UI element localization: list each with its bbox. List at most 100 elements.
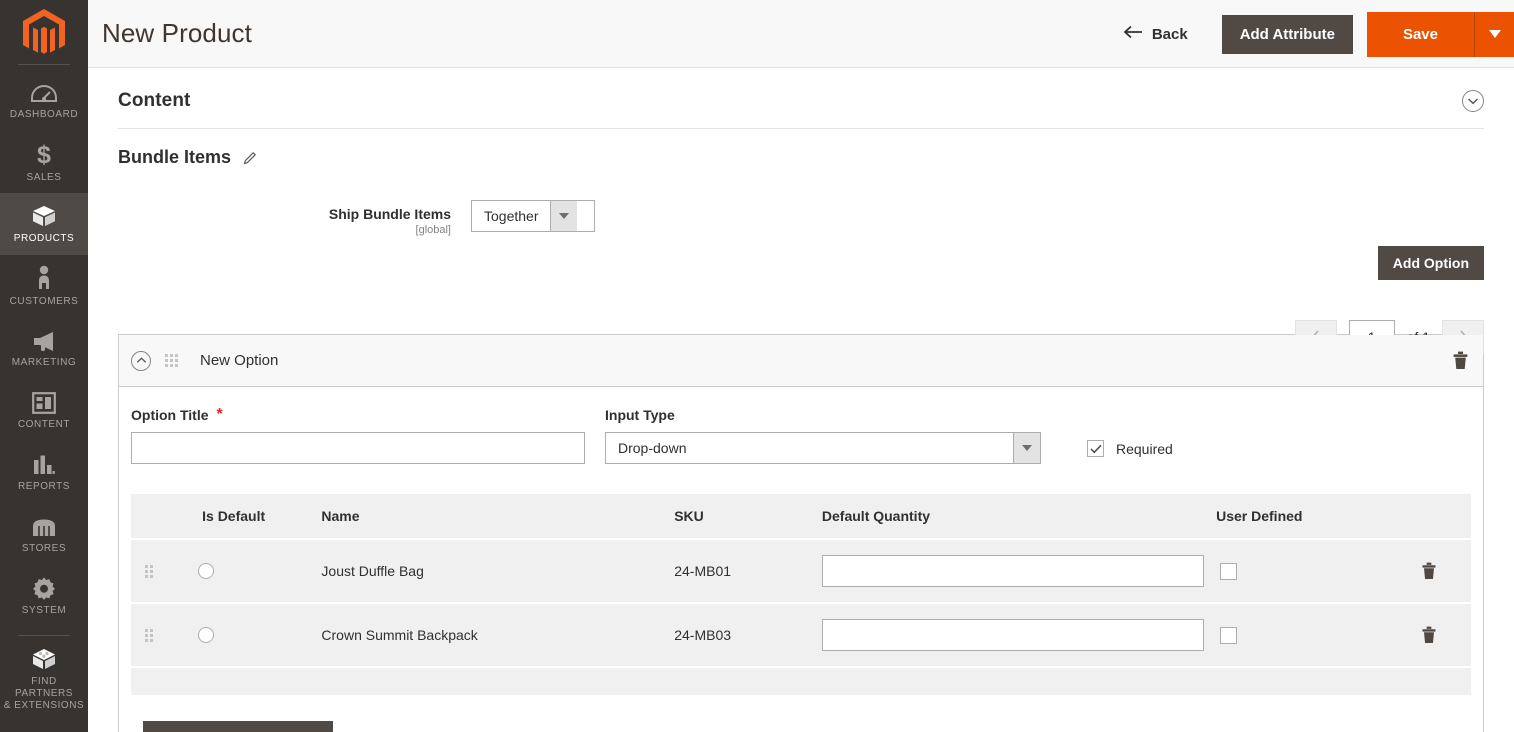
row-is-default-cell bbox=[166, 538, 322, 603]
column-name: Name bbox=[321, 494, 675, 539]
ship-bundle-items-field: Ship Bundle Items [global] Together bbox=[118, 200, 1484, 250]
person-icon bbox=[36, 265, 52, 291]
storefront-icon bbox=[31, 513, 57, 538]
input-type-select[interactable]: Drop-down bbox=[605, 432, 1041, 464]
row-quantity-cell bbox=[821, 538, 1217, 603]
sidebar-item-label: MARKETING bbox=[11, 357, 77, 368]
sidebar-item-dashboard[interactable]: DASHBOARD bbox=[0, 69, 88, 131]
column-actions bbox=[1403, 494, 1471, 539]
add-products-wrapper: Add Products to Option bbox=[131, 695, 1471, 732]
chevron-down-circle-icon[interactable] bbox=[1462, 90, 1484, 112]
default-quantity-input[interactable] bbox=[821, 555, 1204, 587]
required-checkbox-label: Required bbox=[1116, 440, 1173, 457]
main-sidebar: DASHBOARD $ SALES PRODUCTS CUSTOMERS MAR… bbox=[0, 0, 88, 732]
table-row: Crown Summit Backpack 24-MB03 bbox=[131, 602, 1471, 667]
option-fields-row: Option Title * Input Type Drop-down Requ… bbox=[131, 407, 1471, 464]
sidebar-item-system[interactable]: SYSTEM bbox=[0, 565, 88, 627]
drag-handle-icon[interactable] bbox=[165, 354, 178, 367]
bundle-option-body: Option Title * Input Type Drop-down Requ… bbox=[119, 387, 1483, 732]
caret-down-icon bbox=[1488, 30, 1501, 38]
box-icon bbox=[31, 203, 57, 228]
magento-logo-icon bbox=[23, 9, 65, 54]
row-user-defined-cell bbox=[1216, 538, 1404, 603]
user-defined-checkbox[interactable] bbox=[1220, 562, 1238, 580]
layout-icon bbox=[32, 389, 56, 414]
is-default-radio[interactable] bbox=[198, 627, 215, 643]
delete-option-button[interactable] bbox=[1452, 351, 1469, 370]
default-quantity-input[interactable] bbox=[821, 619, 1204, 651]
option-title-input[interactable] bbox=[131, 432, 585, 464]
row-actions-cell bbox=[1403, 602, 1471, 667]
sidebar-item-reports[interactable]: REPORTS bbox=[0, 441, 88, 503]
content-section-header[interactable]: Content bbox=[118, 68, 1484, 129]
add-products-to-option-button[interactable]: Add Products to Option bbox=[143, 721, 333, 732]
sidebar-item-marketing[interactable]: MARKETING bbox=[0, 317, 88, 379]
sidebar-divider-bottom bbox=[18, 635, 70, 636]
sidebar-item-sales[interactable]: $ SALES bbox=[0, 131, 88, 193]
table-header-row: Is Default Name SKU Default Quantity Use… bbox=[131, 494, 1471, 539]
sidebar-item-find-partners[interactable]: FIND PARTNERS & EXTENSIONS bbox=[0, 644, 88, 714]
ship-bundle-items-value: Together bbox=[484, 208, 539, 224]
drag-handle-icon[interactable] bbox=[145, 564, 166, 578]
arrow-left-icon bbox=[1123, 25, 1143, 43]
save-options-button[interactable] bbox=[1474, 11, 1514, 57]
required-checkbox-wrapper: Required bbox=[1087, 440, 1173, 464]
sidebar-item-label: SALES bbox=[26, 171, 62, 183]
trash-icon bbox=[1422, 562, 1436, 579]
page-body: Content Bundle Items Add Option Ship Bun… bbox=[88, 68, 1514, 732]
ship-bundle-items-select[interactable]: Together bbox=[471, 200, 595, 232]
page-title: New Product bbox=[102, 18, 252, 48]
chevron-down-icon bbox=[550, 201, 578, 231]
add-option-button[interactable]: Add Option bbox=[1377, 246, 1484, 280]
row-drag-cell bbox=[131, 538, 167, 603]
row-drag-cell bbox=[131, 602, 167, 667]
input-type-field: Input Type Drop-down bbox=[605, 407, 1041, 464]
sidebar-item-label: STORES bbox=[21, 543, 67, 554]
sidebar-item-label: DASHBOARD bbox=[9, 109, 79, 120]
megaphone-icon bbox=[31, 327, 57, 352]
ship-bundle-items-label: Ship Bundle Items bbox=[328, 206, 451, 222]
sidebar-item-label: CUSTOMERS bbox=[9, 295, 79, 307]
trash-icon bbox=[1422, 626, 1436, 643]
is-default-radio[interactable] bbox=[198, 563, 215, 579]
gear-icon bbox=[32, 575, 56, 600]
sidebar-item-stores[interactable]: STORES bbox=[0, 503, 88, 565]
delete-product-button[interactable] bbox=[1421, 562, 1437, 580]
required-asterisk: * bbox=[216, 406, 223, 423]
main-content: New Product Back Add Attribute Save Cont… bbox=[88, 0, 1514, 732]
dashboard-icon bbox=[31, 79, 57, 104]
ship-bundle-items-scope: [global] bbox=[415, 224, 451, 236]
svg-text:$: $ bbox=[37, 141, 51, 167]
sidebar-item-content[interactable]: CONTENT bbox=[0, 379, 88, 441]
option-title-field: Option Title * bbox=[131, 407, 585, 464]
add-attribute-button[interactable]: Add Attribute bbox=[1221, 14, 1353, 54]
row-is-default-cell bbox=[166, 602, 322, 667]
chevron-up-circle-icon[interactable] bbox=[131, 350, 151, 371]
sidebar-item-label: REPORTS bbox=[17, 481, 70, 492]
table-row: Joust Duffle Bag 24-MB01 bbox=[131, 538, 1471, 603]
header-actions: Back Add Attribute Save bbox=[1123, 0, 1514, 68]
bar-chart-icon bbox=[33, 451, 55, 476]
pencil-icon[interactable] bbox=[243, 151, 257, 165]
row-sku-cell: 24-MB03 bbox=[674, 602, 822, 667]
trash-icon bbox=[1453, 351, 1468, 369]
drag-handle-icon[interactable] bbox=[145, 628, 166, 642]
sidebar-item-label: SYSTEM bbox=[21, 605, 67, 616]
sidebar-item-products[interactable]: PRODUCTS bbox=[0, 193, 88, 255]
bundle-option-panel: New Option Option Title * Input Type Dro… bbox=[118, 334, 1484, 732]
delete-product-button[interactable] bbox=[1421, 626, 1437, 644]
column-user-defined: User Defined bbox=[1216, 494, 1404, 539]
input-type-label: Input Type bbox=[605, 407, 675, 423]
column-is-default: Is Default bbox=[166, 494, 322, 539]
magento-logo[interactable] bbox=[0, 0, 88, 64]
user-defined-checkbox[interactable] bbox=[1220, 626, 1238, 644]
bundle-items-header: Bundle Items bbox=[118, 129, 1484, 172]
back-button[interactable]: Back bbox=[1123, 25, 1206, 43]
save-button[interactable]: Save bbox=[1366, 11, 1474, 57]
row-actions-cell bbox=[1403, 538, 1471, 603]
table-header: Is Default Name SKU Default Quantity Use… bbox=[131, 494, 1471, 539]
bundle-products-table: Is Default Name SKU Default Quantity Use… bbox=[131, 494, 1471, 695]
bundle-option-header: New Option bbox=[119, 335, 1483, 387]
required-checkbox[interactable] bbox=[1087, 440, 1104, 457]
sidebar-item-customers[interactable]: CUSTOMERS bbox=[0, 255, 88, 317]
